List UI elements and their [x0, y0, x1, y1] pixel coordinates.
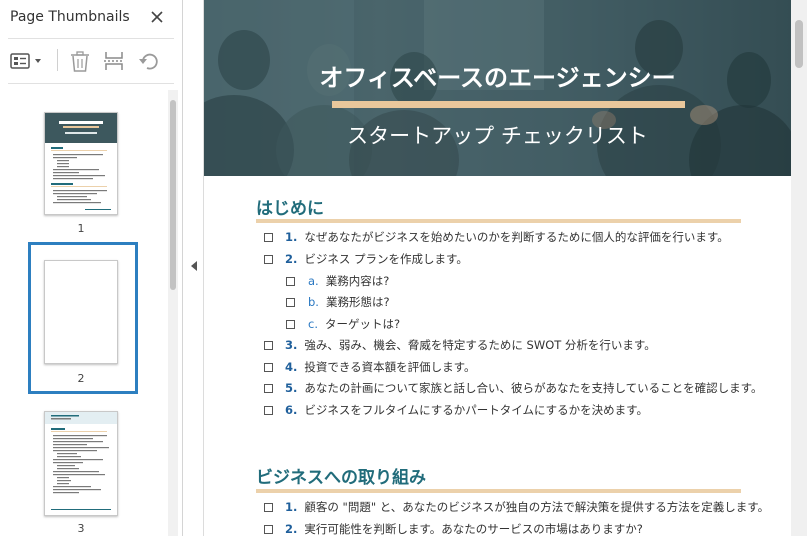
banner-title: オフィスベースのエージェンシー [319, 64, 676, 92]
thumbnail-options-icon[interactable] [8, 48, 46, 74]
thumbnail-scrollbar[interactable] [168, 90, 178, 536]
collapse-panel-icon[interactable] [191, 261, 197, 271]
checkbox[interactable] [286, 320, 295, 329]
checklist-item: 1. 顧客の "問題" と、あなたのビジネスが独自の方法で解決策を提供する方法を定… [285, 500, 770, 514]
banner-accent-rule [332, 101, 685, 108]
checklist-item: 2. ビジネス プランを作成します。 [285, 252, 468, 266]
checkbox[interactable] [264, 341, 273, 350]
divider [8, 83, 174, 84]
page-thumbnail-3[interactable] [44, 411, 118, 516]
checklist-item: 3. 強み、弱み、機会、脅威を特定するために SWOT 分析を行います。 [285, 338, 656, 352]
close-icon[interactable] [147, 7, 167, 27]
page-extract-icon[interactable] [100, 48, 128, 74]
checkbox[interactable] [264, 255, 273, 264]
panel-header: Page Thumbnails [0, 0, 182, 36]
divider [8, 38, 174, 39]
checkbox[interactable] [264, 363, 273, 372]
checkbox[interactable] [264, 406, 273, 415]
section-rule [256, 489, 741, 493]
section-heading: ビジネスへの取り組み [256, 468, 426, 488]
page-preview [45, 113, 117, 210]
thumbnail-list: 1 2 3 [0, 88, 168, 536]
document-page: オフィスベースのエージェンシー スタートアップ チェックリスト はじめに 1. な… [204, 0, 791, 536]
page-thumbnail-2[interactable] [44, 260, 118, 364]
checkbox[interactable] [264, 384, 273, 393]
panel-title: Page Thumbnails [10, 9, 130, 25]
checklist-item: 6. ビジネスをフルタイムにするかパートタイムにするかを決めます。 [285, 403, 648, 417]
checklist-subitem: c. ターゲットは? [308, 317, 401, 331]
toolbar-separator [57, 49, 58, 71]
scrollbar-thumb[interactable] [170, 100, 176, 290]
banner-subtitle: スタートアップ チェックリスト [347, 124, 648, 148]
page-preview [45, 412, 117, 510]
checkbox[interactable] [264, 525, 273, 534]
page-number-label: 1 [77, 222, 85, 235]
checkbox[interactable] [286, 277, 295, 286]
page-number-label: 2 [77, 372, 85, 385]
checklist-subitem: b. 業務形態は? [308, 295, 390, 309]
document-scrollbar[interactable] [791, 0, 807, 536]
checklist-subitem: a. 業務内容は? [308, 274, 390, 288]
checkbox[interactable] [264, 503, 273, 512]
page-number-label: 3 [77, 522, 85, 535]
section-rule [256, 219, 741, 223]
scrollbar-thumb[interactable] [795, 20, 803, 68]
thumbnail-toolbar [0, 42, 182, 80]
document-viewer: オフィスベースのエージェンシー スタートアップ チェックリスト はじめに 1. な… [204, 0, 807, 536]
header-banner: オフィスベースのエージェンシー スタートアップ チェックリスト [204, 0, 791, 176]
trash-icon[interactable] [66, 48, 94, 74]
panel-splitter[interactable] [184, 0, 204, 536]
checklist-item: 4. 投資できる資本額を評価します。 [285, 360, 476, 374]
checkbox[interactable] [264, 233, 273, 242]
section-heading: はじめに [256, 199, 324, 219]
thumbnails-panel: Page Thumbnails 1 2 3 [0, 0, 183, 536]
checklist-item: 5. あなたの計画について家族と話し合い、彼らがあなたを支持していることを確認しま… [285, 381, 763, 395]
checklist-item: 1. なぜあなたがビジネスを始めたいのかを判断するために個人的な評価を行います。 [285, 230, 729, 244]
page-thumbnail-1[interactable] [44, 112, 118, 215]
rotate-icon[interactable] [135, 48, 163, 74]
checkbox[interactable] [286, 298, 295, 307]
checklist-item: 2. 実行可能性を判断します。あなたのサービスの市場はありますか? [285, 522, 643, 536]
